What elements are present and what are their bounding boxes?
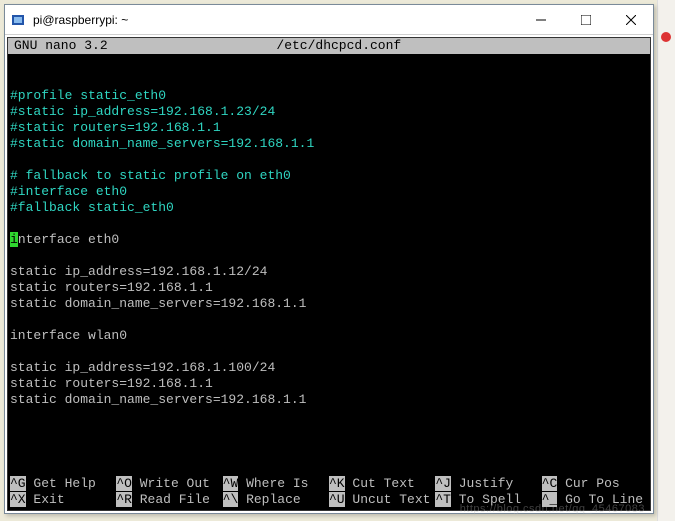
close-button[interactable]	[608, 5, 653, 34]
nano-shortcut-curpos[interactable]: ^C Cur Pos	[542, 476, 648, 492]
file-line: static ip_address=192.168.1.12/24	[10, 264, 267, 279]
file-line: #static domain_name_servers=192.168.1.1	[10, 136, 314, 151]
file-line: interface wlan0	[10, 328, 127, 343]
window-title: pi@raspberrypi: ~	[33, 13, 518, 27]
nano-shortcut-cut[interactable]: ^K Cut Text	[329, 476, 435, 492]
nano-editor-body[interactable]: #profile static_eth0 #static ip_address=…	[8, 54, 650, 476]
file-line: static domain_name_servers=192.168.1.1	[10, 296, 306, 311]
file-line: #static routers=192.168.1.1	[10, 120, 221, 135]
maximize-button[interactable]	[563, 5, 608, 34]
nano-shortcut-whereis[interactable]: ^W Where Is	[223, 476, 329, 492]
window-titlebar[interactable]: pi@raspberrypi: ~	[5, 5, 653, 35]
file-line: interface eth0	[10, 232, 119, 247]
nano-app-label: GNU nano 3.2	[8, 38, 108, 54]
file-line: #profile static_eth0	[10, 88, 166, 103]
nano-shortcut-exit[interactable]: ^X Exit	[10, 492, 116, 508]
notification-dot	[661, 32, 671, 42]
file-line: #interface eth0	[10, 184, 127, 199]
file-line: #fallback static_eth0	[10, 200, 174, 215]
watermark-text: https://blog.csdn.net/qq_45467083	[460, 503, 645, 515]
nano-header: GNU nano 3.2 /etc/dhcpcd.conf	[8, 38, 650, 54]
file-line: static routers=192.168.1.1	[10, 376, 213, 391]
putty-icon	[11, 12, 27, 28]
nano-file-path: /etc/dhcpcd.conf	[108, 38, 570, 54]
file-line: static routers=192.168.1.1	[10, 280, 213, 295]
nano-shortcut-readfile[interactable]: ^R Read File	[116, 492, 222, 508]
terminal-area[interactable]: GNU nano 3.2 /etc/dhcpcd.conf #profile s…	[7, 37, 651, 511]
nano-shortcut-help[interactable]: ^G Get Help	[10, 476, 116, 492]
file-line: static ip_address=192.168.1.100/24	[10, 360, 275, 375]
nano-shortcut-uncut[interactable]: ^U Uncut Text	[329, 492, 435, 508]
minimize-button[interactable]	[518, 5, 563, 34]
nano-shortcut-replace[interactable]: ^\ Replace	[223, 492, 329, 508]
file-line: static domain_name_servers=192.168.1.1	[10, 392, 306, 407]
cursor: i	[10, 232, 18, 247]
file-line: #static ip_address=192.168.1.23/24	[10, 104, 275, 119]
file-line: # fallback to static profile on eth0	[10, 168, 291, 183]
nano-shortcut-writeout[interactable]: ^O Write Out	[116, 476, 222, 492]
window-controls	[518, 5, 653, 34]
page-gutter	[657, 0, 675, 521]
nano-shortcut-justify[interactable]: ^J Justify	[435, 476, 541, 492]
putty-window: pi@raspberrypi: ~ GNU nano 3.2 /etc/dhcp…	[4, 4, 654, 514]
